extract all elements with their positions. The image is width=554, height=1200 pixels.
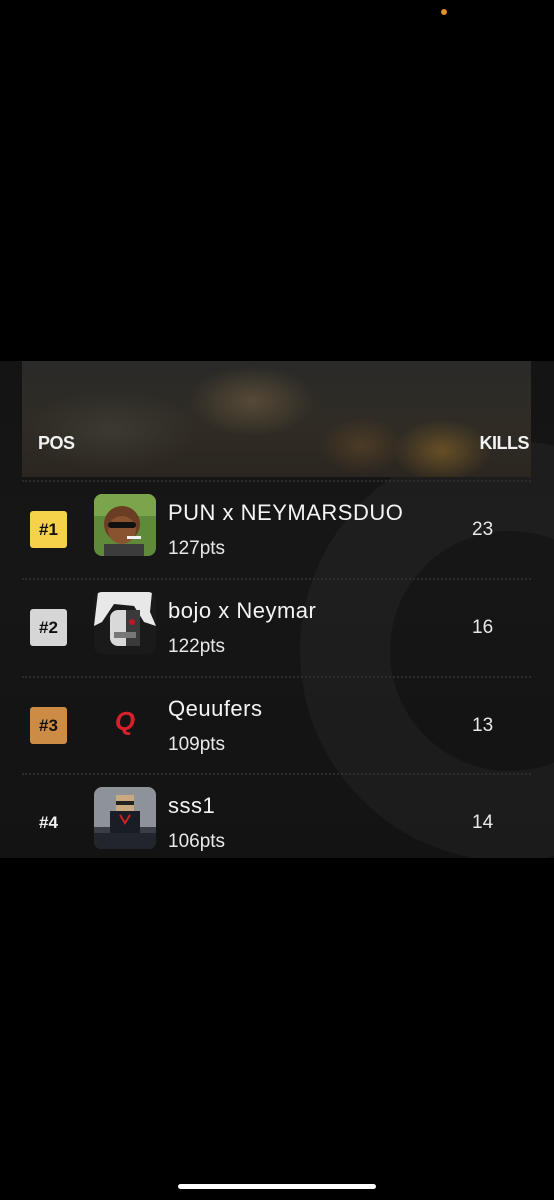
rank-badge-silver: #2 [30,609,67,646]
pos-column-header: POS [38,433,75,453]
rank-label: #4 [39,812,58,832]
team-points: 122pts [168,636,226,657]
team-points: 109pts [168,734,226,755]
leaderboard-row[interactable]: #3 Q Qeuufers 109pts 13 [0,678,554,776]
team-kills: 23 [472,519,494,540]
team-avatar [94,494,156,556]
team-kills: 14 [472,812,494,833]
team-name: bojo x Neymar [168,598,317,623]
team-points: 106pts [168,831,226,852]
rank-badge-gold: #1 [30,511,67,548]
q-logo-icon: Q [114,705,136,736]
home-indicator[interactable] [178,1184,376,1189]
leaderboard-row[interactable]: #2 bojo x Neymar 122pts 16 [0,580,554,678]
status-indicator-dot [441,9,447,15]
kills-column-header: KILLS [479,433,530,453]
team-name: sss1 [168,793,216,818]
rank-badge-bronze: #3 [30,707,67,744]
team-name: PUN x NEYMARSDUO [168,500,404,525]
leaderboard-row[interactable]: #4 sss1 106pts 14 [0,775,554,858]
leaderboard-panel: POS KILLS #1 PUN x NEYMARSDUO 127pts 23 … [0,361,554,858]
leaderboard-row[interactable]: #1 PUN x NEYMARSDUO 127pts 23 [0,482,554,580]
team-points: 127pts [168,538,226,559]
team-name: Qeuufers [168,696,263,721]
team-kills: 16 [472,617,494,638]
team-avatar [94,787,156,849]
team-kills: 13 [472,715,494,736]
leaderboard-header: POS KILLS [22,361,531,477]
team-avatar [94,592,156,654]
